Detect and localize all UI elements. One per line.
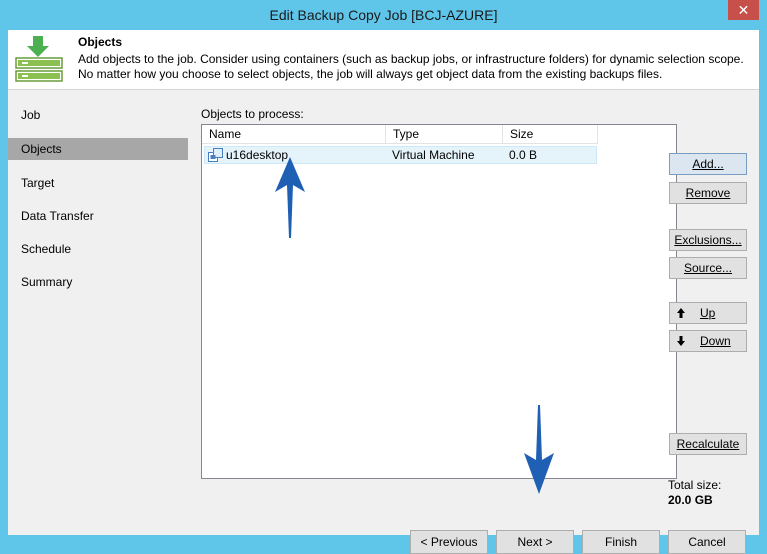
nav-item-objects[interactable]: Objects <box>8 138 188 160</box>
close-button[interactable]: ✕ <box>728 0 759 20</box>
arrow-down-icon <box>677 336 685 346</box>
finish-button[interactable]: Finish <box>582 530 660 554</box>
up-button[interactable]: Up <box>669 302 747 324</box>
down-button[interactable]: Down <box>669 330 747 352</box>
exclusions-button-label: Exclusions... <box>674 233 742 247</box>
add-button[interactable]: Add... <box>669 153 747 175</box>
backup-copy-icon <box>15 36 63 82</box>
annotation-arrow-down-icon <box>524 405 554 494</box>
vm-icon <box>208 148 223 162</box>
column-header-size[interactable]: Size <box>503 125 598 144</box>
column-header-name[interactable]: Name <box>202 125 386 144</box>
arrow-up-icon <box>677 308 685 318</box>
next-button[interactable]: Next > <box>496 530 574 554</box>
nav-item-target[interactable]: Target <box>8 172 188 194</box>
nav-item-schedule[interactable]: Schedule <box>8 238 188 260</box>
total-size-label: Total size: <box>668 478 722 492</box>
page-title: Objects <box>78 35 123 49</box>
nav-item-job[interactable]: Job <box>8 104 188 126</box>
window-title: Edit Backup Copy Job [BCJ-AZURE] <box>269 7 498 23</box>
dialog-body: Objects Add objects to the job. Consider… <box>8 30 759 554</box>
table-row[interactable]: u16desktop Virtual Machine 0.0 B <box>204 146 597 164</box>
edit-backup-copy-job-window: Edit Backup Copy Job [BCJ-AZURE] ✕ Objec… <box>0 0 767 554</box>
total-size-value: 20.0 GB <box>668 493 713 507</box>
wizard-steps-nav: Job Objects Target Data Transfer Schedul… <box>8 90 188 535</box>
recalculate-button[interactable]: Recalculate <box>669 433 747 455</box>
exclusions-button[interactable]: Exclusions... <box>669 229 747 251</box>
description-line-1: Add objects to the job. Consider using c… <box>78 52 744 66</box>
next-button-label: Next > <box>517 535 553 549</box>
annotation-arrow-up-icon <box>275 157 305 238</box>
source-button-label: Source... <box>683 261 733 275</box>
cancel-button[interactable]: Cancel <box>668 530 746 554</box>
page-description: Add objects to the job. Consider using c… <box>78 52 748 82</box>
remove-button[interactable]: Remove <box>669 182 747 204</box>
add-button-label: Add... <box>692 157 724 171</box>
row-type: Virtual Machine <box>392 148 475 162</box>
column-header-type[interactable]: Type <box>386 125 503 144</box>
wizard-header: Objects Add objects to the job. Consider… <box>8 30 759 90</box>
up-button-label: Up <box>700 306 716 320</box>
previous-button-label: < Previous <box>420 535 478 549</box>
down-button-label: Down <box>700 334 731 348</box>
row-size: 0.0 B <box>509 148 538 162</box>
recalculate-button-label: Recalculate <box>676 437 740 451</box>
finish-button-label: Finish <box>604 535 637 549</box>
title-bar[interactable]: Edit Backup Copy Job [BCJ-AZURE] ✕ <box>0 0 767 30</box>
previous-button[interactable]: < Previous <box>410 530 488 554</box>
source-button[interactable]: Source... <box>669 257 747 279</box>
objects-to-process-label: Objects to process: <box>201 107 304 121</box>
nav-item-summary[interactable]: Summary <box>8 271 188 293</box>
description-line-2: No matter how you choose to select objec… <box>78 67 663 81</box>
remove-button-label: Remove <box>685 186 731 200</box>
nav-item-data-transfer[interactable]: Data Transfer <box>8 205 188 227</box>
